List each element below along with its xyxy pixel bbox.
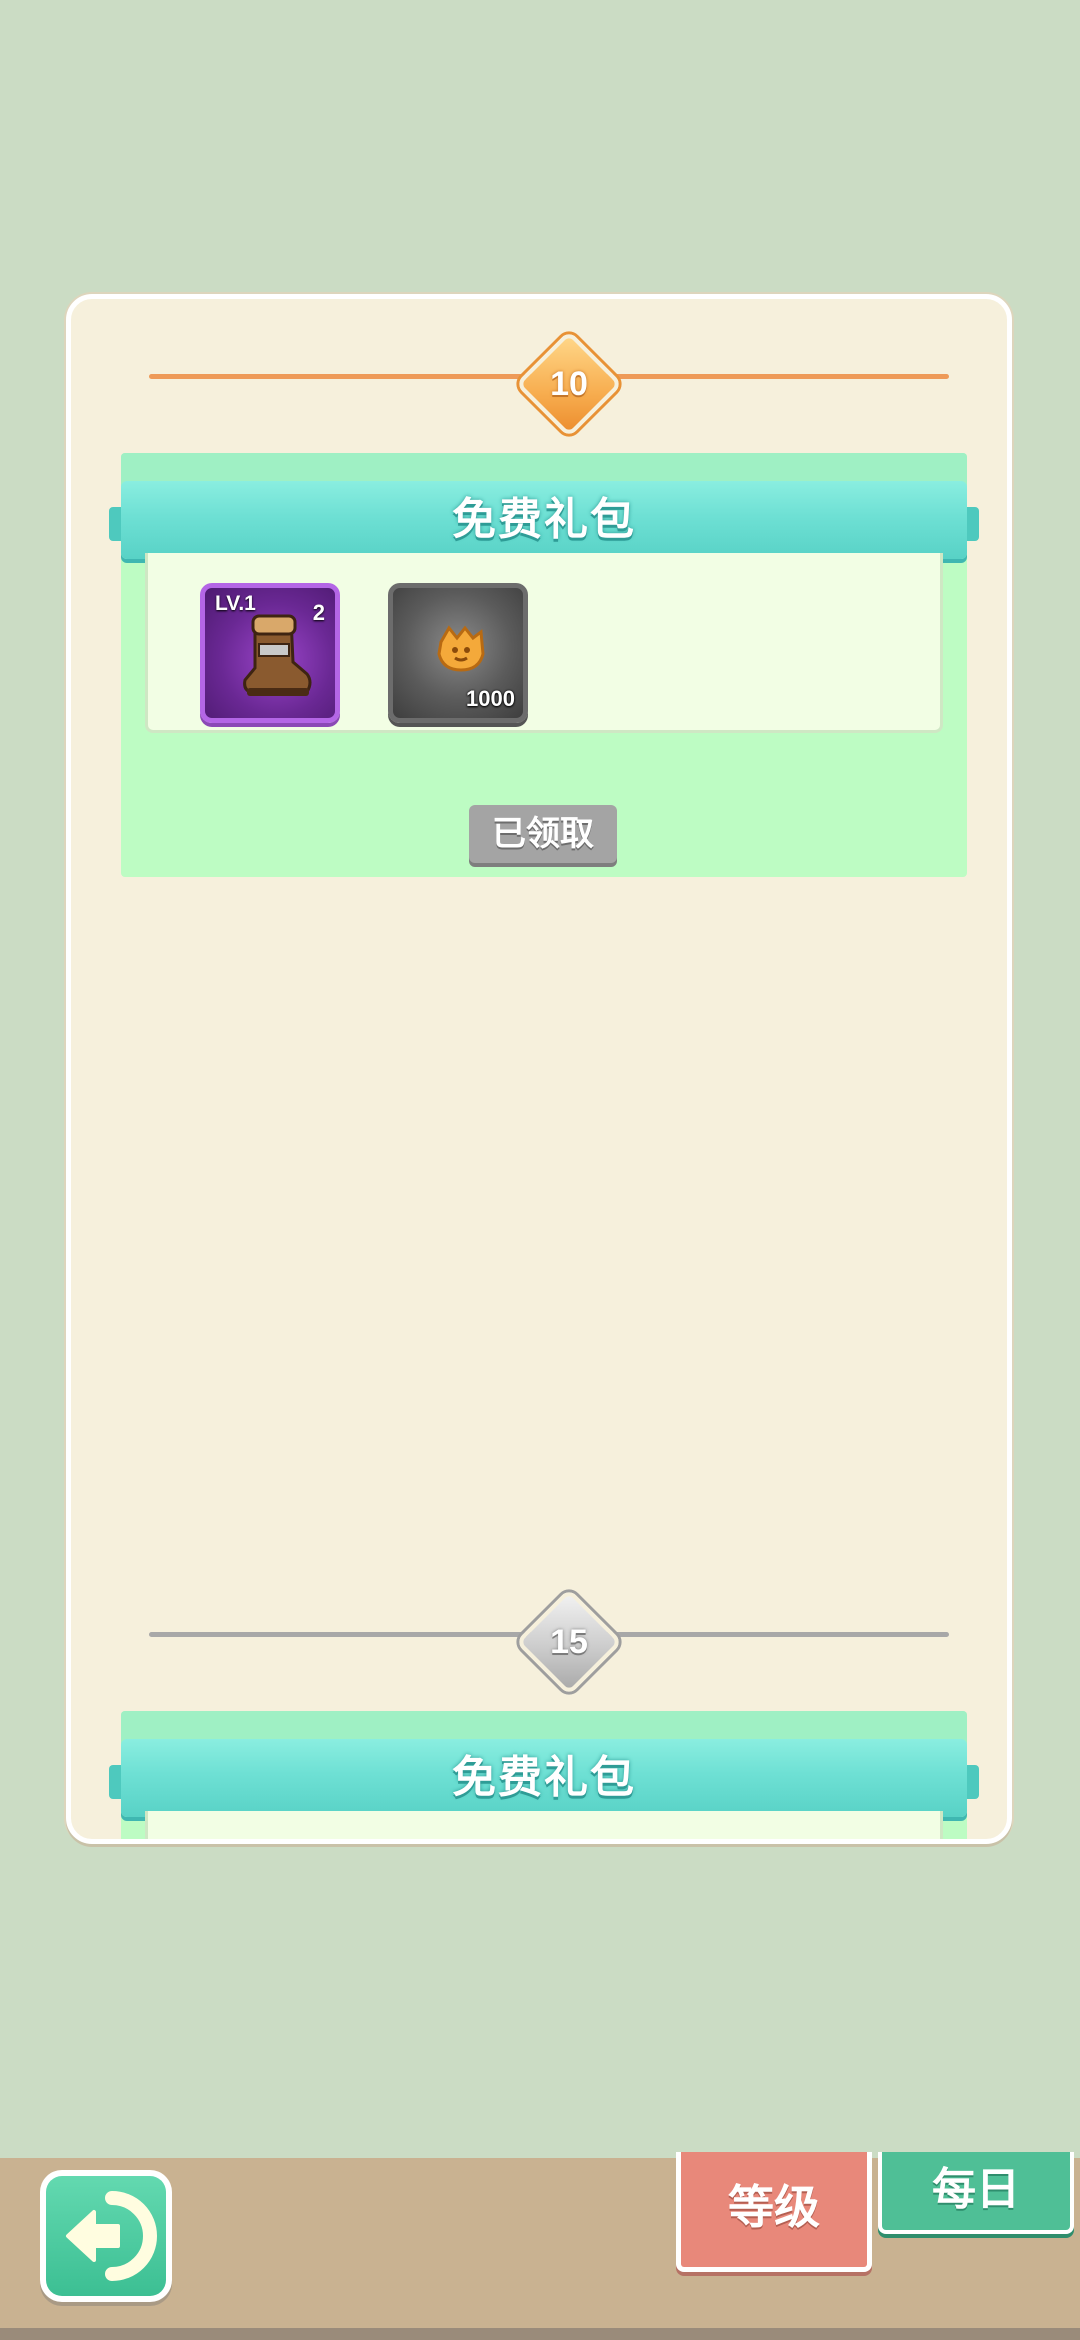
reward-item-boots[interactable]: LV.1 2 bbox=[200, 583, 340, 723]
gold-coin-icon bbox=[437, 625, 485, 672]
reward-panel[interactable]: 10 免费礼包 LV.1 2 1000 已领取 15 免费礼包 bbox=[66, 294, 1012, 1844]
level-divider-15: 15 bbox=[71, 1579, 1007, 1696]
back-button[interactable] bbox=[40, 2170, 172, 2302]
items-box: LV.1 2 1000 bbox=[145, 553, 943, 733]
boots-icon bbox=[243, 614, 312, 696]
level-number: 10 bbox=[550, 365, 588, 403]
reward-item-gold[interactable]: 1000 bbox=[388, 583, 528, 723]
tab-level[interactable]: 等级 bbox=[676, 2152, 872, 2272]
item-count: 2 bbox=[312, 600, 325, 625]
tab-daily[interactable]: 每日 bbox=[878, 2152, 1074, 2234]
bottom-strip bbox=[0, 2328, 1080, 2340]
level-number: 15 bbox=[550, 1623, 588, 1661]
claimed-button[interactable]: 已领取 bbox=[469, 805, 617, 863]
pack-title: 免费礼包 bbox=[452, 494, 636, 545]
item-amount: 1000 bbox=[466, 686, 515, 711]
pack-ribbon: 免费礼包 bbox=[109, 1739, 979, 1817]
item-level: LV.1 bbox=[215, 592, 256, 615]
level-divider-10: 10 bbox=[71, 321, 1007, 438]
items-box bbox=[145, 1811, 943, 1839]
pack-ribbon: 免费礼包 bbox=[109, 481, 979, 559]
level-badge: 10 bbox=[514, 329, 624, 439]
reward-card: 免费礼包 LV.1 2 1000 已领取 bbox=[109, 453, 979, 877]
reward-card: 免费礼包 bbox=[109, 1711, 979, 1839]
pack-title: 免费礼包 bbox=[452, 1752, 636, 1803]
back-arrow-icon bbox=[66, 2191, 157, 2281]
level-badge: 15 bbox=[514, 1587, 624, 1697]
